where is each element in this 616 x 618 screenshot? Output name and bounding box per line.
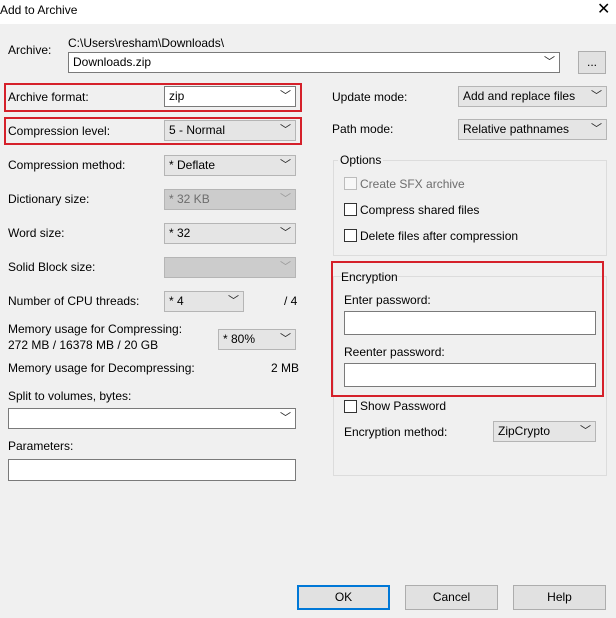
memory-decompress-label: Memory usage for Decompressing:	[8, 361, 195, 375]
compress-shared-label[interactable]: Compress shared files	[360, 203, 479, 217]
cpu-threads-max: / 4	[284, 294, 298, 308]
compression-level-highlight	[4, 117, 302, 145]
show-password-checkbox[interactable]	[344, 400, 357, 413]
memory-compress-label: Memory usage for Compressing:	[8, 322, 183, 336]
ok-button[interactable]: OK	[297, 585, 390, 610]
cpu-threads-label: Number of CPU threads:	[8, 294, 140, 308]
dictionary-size-value: * 32 KB	[169, 192, 210, 206]
chevron-down-icon: ﹀	[580, 425, 591, 437]
encryption-title: Encryption	[341, 270, 398, 284]
close-icon[interactable]: ✕	[597, 1, 610, 19]
compression-method-select[interactable]: * Deflate ﹀	[164, 155, 296, 176]
chevron-down-icon: ﹀	[591, 90, 602, 102]
path-mode-label: Path mode:	[332, 122, 394, 136]
update-mode-select[interactable]: Add and replace files ﹀	[458, 86, 607, 107]
help-button[interactable]: Help	[513, 585, 606, 610]
enter-password-input[interactable]	[344, 311, 596, 335]
show-password-label[interactable]: Show Password	[360, 399, 446, 413]
delete-after-checkbox[interactable]	[344, 229, 357, 242]
cancel-button[interactable]: Cancel	[405, 585, 498, 610]
archive-path: C:\Users\resham\Downloads\	[68, 36, 225, 50]
solid-block-size-select: ﹀	[164, 257, 296, 278]
enter-password-label: Enter password:	[344, 293, 431, 307]
chevron-down-icon: ﹀	[280, 159, 291, 171]
compress-shared-checkbox[interactable]	[344, 203, 357, 216]
reenter-password-label: Reenter password:	[344, 345, 445, 359]
archive-name-value: Downloads.zip	[73, 55, 152, 69]
browse-button[interactable]: ...	[578, 51, 606, 74]
compression-method-value: * Deflate	[169, 158, 216, 172]
reenter-password-input[interactable]	[344, 363, 596, 387]
title-bar	[0, 0, 616, 24]
encryption-method-label: Encryption method:	[344, 425, 448, 439]
chevron-down-icon: ﹀	[280, 412, 291, 424]
chevron-down-icon: ﹀	[591, 123, 602, 135]
cpu-threads-select[interactable]: * 4 ﹀	[164, 291, 244, 312]
word-size-value: * 32	[169, 226, 191, 240]
archive-label: Archive:	[8, 43, 52, 57]
chevron-down-icon: ﹀	[544, 56, 555, 68]
split-volumes-label: Split to volumes, bytes:	[8, 389, 132, 403]
parameters-label: Parameters:	[8, 439, 74, 453]
create-sfx-checkbox	[344, 177, 357, 190]
encryption-method-select[interactable]: ZipCrypto ﹀	[493, 421, 596, 442]
solid-block-size-label: Solid Block size:	[8, 260, 96, 274]
dictionary-size-label: Dictionary size:	[8, 192, 90, 206]
split-volumes-combo[interactable]: ﹀	[8, 408, 296, 429]
update-mode-value: Add and replace files	[463, 89, 576, 103]
path-mode-select[interactable]: Relative pathnames ﹀	[458, 119, 607, 140]
update-mode-label: Update mode:	[332, 90, 408, 104]
word-size-select[interactable]: * 32 ﹀	[164, 223, 296, 244]
path-mode-value: Relative pathnames	[463, 122, 570, 136]
chevron-down-icon: ﹀	[228, 295, 239, 307]
chevron-down-icon: ﹀	[280, 333, 291, 345]
memory-compress-select[interactable]: * 80% ﹀	[218, 329, 296, 350]
memory-decompress-value: 2 MB	[271, 361, 300, 375]
chevron-down-icon: ﹀	[280, 193, 291, 205]
compression-method-label: Compression method:	[8, 158, 126, 172]
chevron-down-icon: ﹀	[280, 227, 291, 239]
archive-name-combo[interactable]: Downloads.zip ﹀	[68, 52, 560, 73]
parameters-input[interactable]	[8, 459, 296, 481]
word-size-label: Word size:	[8, 226, 65, 240]
cpu-threads-value: * 4	[169, 294, 184, 308]
encryption-method-value: ZipCrypto	[498, 424, 551, 438]
create-sfx-label: Create SFX archive	[360, 177, 465, 191]
chevron-down-icon: ﹀	[280, 261, 291, 273]
memory-compress-value: * 80%	[223, 332, 256, 346]
dictionary-size-select: * 32 KB ﹀	[164, 189, 296, 210]
options-title: Options	[338, 153, 384, 167]
window-title: Add to Archive	[0, 3, 78, 17]
delete-after-label[interactable]: Delete files after compression	[360, 229, 518, 243]
memory-compress-detail: 272 MB / 16378 MB / 20 GB	[8, 338, 159, 352]
archive-format-highlight	[4, 83, 302, 112]
